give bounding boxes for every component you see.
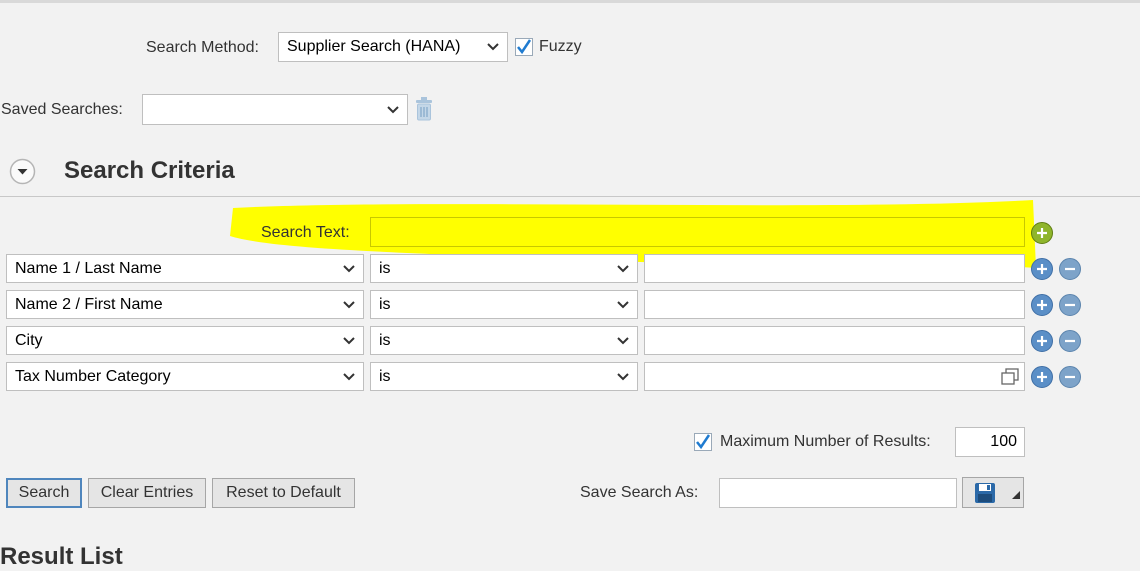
criteria-operator-value: is bbox=[379, 332, 391, 349]
chevron-down-icon bbox=[617, 327, 629, 354]
search-method-value: Supplier Search (HANA) bbox=[287, 38, 461, 55]
add-criteria-button[interactable] bbox=[1031, 258, 1053, 280]
minus-icon bbox=[1065, 267, 1075, 271]
section-title: Search Criteria bbox=[64, 157, 235, 184]
fuzzy-checkbox[interactable] bbox=[515, 38, 533, 56]
saved-searches-label: Saved Searches: bbox=[1, 101, 123, 118]
save-search-button[interactable] bbox=[962, 477, 1024, 508]
max-results-label: Maximum Number of Results: bbox=[720, 433, 931, 450]
add-search-text-button[interactable] bbox=[1031, 222, 1053, 244]
criteria-field-value: City bbox=[15, 332, 43, 349]
remove-criteria-button[interactable] bbox=[1059, 294, 1081, 316]
reset-to-default-button[interactable]: Reset to Default bbox=[212, 478, 355, 508]
criteria-field-value: Name 1 / Last Name bbox=[15, 260, 162, 277]
minus-icon bbox=[1065, 303, 1075, 307]
remove-criteria-button[interactable] bbox=[1059, 258, 1081, 280]
chevron-down-icon bbox=[343, 363, 355, 390]
search-text-label: Search Text: bbox=[261, 224, 350, 241]
criteria-field-select[interactable]: Name 1 / Last Name bbox=[6, 254, 364, 283]
criteria-value-input[interactable] bbox=[644, 290, 1025, 319]
criteria-value-input[interactable] bbox=[644, 326, 1025, 355]
max-results-checkbox[interactable] bbox=[694, 433, 712, 451]
minus-icon bbox=[1065, 375, 1075, 379]
remove-criteria-button[interactable] bbox=[1059, 366, 1081, 388]
fuzzy-label: Fuzzy bbox=[539, 38, 582, 55]
criteria-operator-select[interactable]: is bbox=[370, 362, 638, 391]
result-list-title: Result List bbox=[0, 543, 123, 570]
value-help-icon[interactable] bbox=[1001, 368, 1019, 390]
search-button[interactable]: Search bbox=[6, 478, 82, 508]
criteria-field-value: Tax Number Category bbox=[15, 368, 171, 385]
criteria-operator-value: is bbox=[379, 296, 391, 313]
criteria-field-select[interactable]: City bbox=[6, 326, 364, 355]
criteria-value-input[interactable] bbox=[644, 362, 1025, 391]
plus-icon bbox=[1037, 300, 1047, 310]
chevron-down-icon bbox=[343, 327, 355, 354]
chevron-down-icon bbox=[387, 95, 399, 124]
criteria-operator-select[interactable]: is bbox=[370, 326, 638, 355]
add-criteria-button[interactable] bbox=[1031, 330, 1053, 352]
collapse-toggle-icon[interactable] bbox=[9, 158, 36, 190]
add-criteria-button[interactable] bbox=[1031, 366, 1053, 388]
plus-icon bbox=[1037, 372, 1047, 382]
search-method-select[interactable]: Supplier Search (HANA) bbox=[278, 32, 508, 62]
max-results-value: 100 bbox=[990, 433, 1017, 450]
checkmark-icon bbox=[696, 434, 711, 450]
save-search-label: Save Search As: bbox=[580, 484, 699, 501]
chevron-down-icon bbox=[343, 255, 355, 282]
minus-icon bbox=[1065, 339, 1075, 343]
search-method-label: Search Method: bbox=[146, 39, 259, 56]
criteria-value-input[interactable] bbox=[644, 254, 1025, 283]
plus-icon bbox=[1037, 336, 1047, 346]
chevron-down-icon bbox=[617, 291, 629, 318]
plus-icon bbox=[1037, 264, 1047, 274]
plus-icon bbox=[1037, 228, 1047, 238]
criteria-field-select[interactable]: Name 2 / First Name bbox=[6, 290, 364, 319]
criteria-field-select[interactable]: Tax Number Category bbox=[6, 362, 364, 391]
criteria-operator-select[interactable]: is bbox=[370, 290, 638, 319]
section-divider bbox=[0, 196, 1140, 197]
add-criteria-button[interactable] bbox=[1031, 294, 1053, 316]
search-text-input[interactable] bbox=[370, 217, 1025, 247]
save-search-input[interactable] bbox=[719, 478, 957, 508]
top-border bbox=[0, 0, 1140, 3]
saved-searches-select[interactable] bbox=[142, 94, 408, 125]
chevron-down-icon bbox=[343, 291, 355, 318]
trash-icon[interactable] bbox=[414, 97, 434, 126]
chevron-down-icon bbox=[487, 33, 499, 61]
floppy-disk-icon bbox=[974, 482, 996, 509]
criteria-operator-value: is bbox=[379, 368, 391, 385]
chevron-down-icon bbox=[617, 363, 629, 390]
criteria-field-value: Name 2 / First Name bbox=[15, 296, 163, 313]
criteria-operator-select[interactable]: is bbox=[370, 254, 638, 283]
remove-criteria-button[interactable] bbox=[1059, 330, 1081, 352]
clear-entries-button[interactable]: Clear Entries bbox=[88, 478, 206, 508]
dropdown-corner-icon bbox=[1012, 486, 1020, 504]
max-results-input[interactable]: 100 bbox=[955, 427, 1025, 457]
chevron-down-icon bbox=[617, 255, 629, 282]
checkmark-icon bbox=[517, 39, 532, 55]
criteria-operator-value: is bbox=[379, 260, 391, 277]
